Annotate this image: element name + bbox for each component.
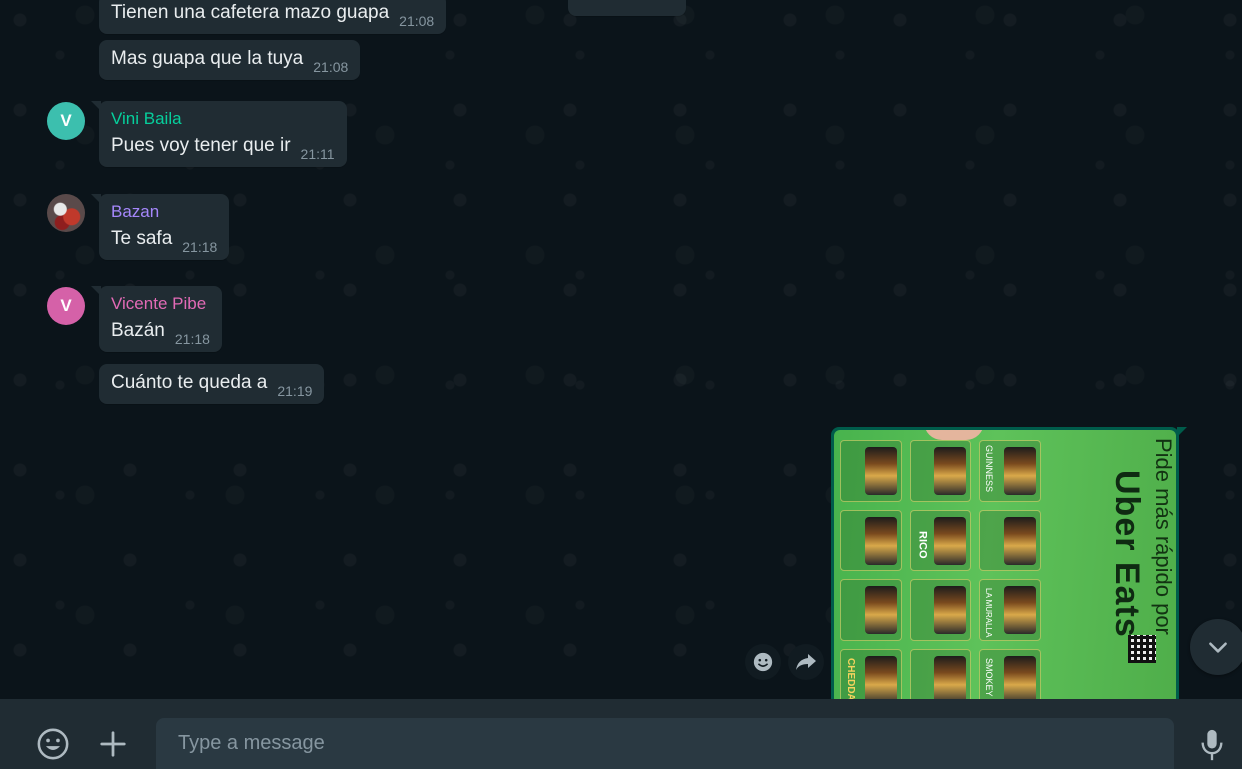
menu-label: RICO <box>916 530 929 559</box>
menu-card: GUINNESS <box>979 440 1041 502</box>
plus-icon <box>100 731 126 757</box>
message-text: Te safa <box>111 228 173 249</box>
avatar-letter: V <box>60 296 72 315</box>
voice-message-button[interactable] <box>1194 725 1230 765</box>
chat-area[interactable]: Tienen una cafetera mazo guapa 21:08 Mas… <box>0 0 1242 699</box>
message-time: 21:08 <box>399 13 435 29</box>
menu-card: SMOKEY <box>979 648 1041 699</box>
react-button[interactable] <box>745 644 781 680</box>
qr-code <box>1128 635 1156 663</box>
forward-icon <box>796 654 816 670</box>
message-time: 21:18 <box>174 331 210 347</box>
microphone-icon <box>1201 729 1223 761</box>
image-message[interactable]: GUINNESS RICO LA MURALLA CHEDDAR SMOKEY … <box>831 427 1187 699</box>
menu-card: CHEDDAR <box>840 648 902 700</box>
menu-headline: Pide más rápido por <box>1151 438 1176 635</box>
sender-name[interactable]: Vicente Pibe <box>111 294 210 314</box>
message-bubble[interactable]: Vini Baila Pues voy tener que ir 21:11 <box>91 101 347 167</box>
menu-card <box>840 579 902 641</box>
message-bubble[interactable]: Vicente Pibe Bazán 21:18 <box>91 286 222 352</box>
forward-button[interactable] <box>788 644 824 680</box>
message-time: 21:18 <box>182 239 218 255</box>
attach-button[interactable] <box>94 725 132 763</box>
avatar[interactable] <box>47 194 85 232</box>
menu-card <box>979 509 1041 571</box>
menu-label: CHEDDAR <box>845 657 856 700</box>
sender-name[interactable]: Bazan <box>111 202 217 222</box>
menu-label: GUINNESS <box>984 445 994 493</box>
message-text: Mas guapa que la tuya <box>111 48 304 69</box>
menu-photo[interactable]: GUINNESS RICO LA MURALLA CHEDDAR SMOKEY … <box>834 430 1176 699</box>
menu-grid: GUINNESS RICO LA MURALLA CHEDDAR SMOKEY <box>840 440 1110 699</box>
smiley-react-icon <box>753 652 773 672</box>
message-bubble[interactable]: Bazan Te safa 21:18 <box>90 194 230 260</box>
emoji-button[interactable] <box>34 725 72 763</box>
avatar-letter: V <box>60 111 72 130</box>
menu-label: SMOKEY <box>984 657 994 697</box>
message-time: 21:11 <box>300 146 335 162</box>
menu-label: LA MURALLA <box>984 588 993 638</box>
message-time: 21:19 <box>277 383 313 399</box>
message-input[interactable] <box>156 718 1174 769</box>
message-text: Cuánto te queda a <box>111 372 268 393</box>
message-text: Tienen una cafetera mazo guapa <box>111 2 390 23</box>
message-bubble[interactable]: Mas guapa que la tuya 21:08 <box>99 40 361 80</box>
outgoing-bubble-partial <box>568 0 686 16</box>
message-time: 21:08 <box>313 59 349 75</box>
menu-card: LA MURALLA <box>979 579 1041 641</box>
menu-card: RICO <box>909 509 971 571</box>
menu-brand: Uber Eats <box>1108 470 1146 638</box>
chevron-down-icon <box>1209 642 1227 653</box>
menu-card <box>909 579 971 641</box>
menu-card <box>909 440 971 502</box>
finger-in-photo <box>924 430 984 440</box>
avatar[interactable]: V <box>47 287 85 325</box>
scroll-to-bottom-button[interactable] <box>1190 619 1242 675</box>
avatar[interactable]: V <box>47 102 85 140</box>
message-text: Bazán <box>111 320 165 341</box>
message-bubble[interactable]: Cuánto te queda a 21:19 <box>99 364 325 404</box>
menu-card <box>909 648 971 699</box>
menu-card <box>840 440 902 502</box>
menu-card <box>840 509 902 571</box>
emoji-icon <box>37 728 69 760</box>
message-bubble[interactable]: Tienen una cafetera mazo guapa 21:08 <box>99 0 447 34</box>
sender-name[interactable]: Vini Baila <box>111 109 335 129</box>
composer-bar <box>0 699 1242 769</box>
message-text: Pues voy tener que ir <box>111 135 291 156</box>
